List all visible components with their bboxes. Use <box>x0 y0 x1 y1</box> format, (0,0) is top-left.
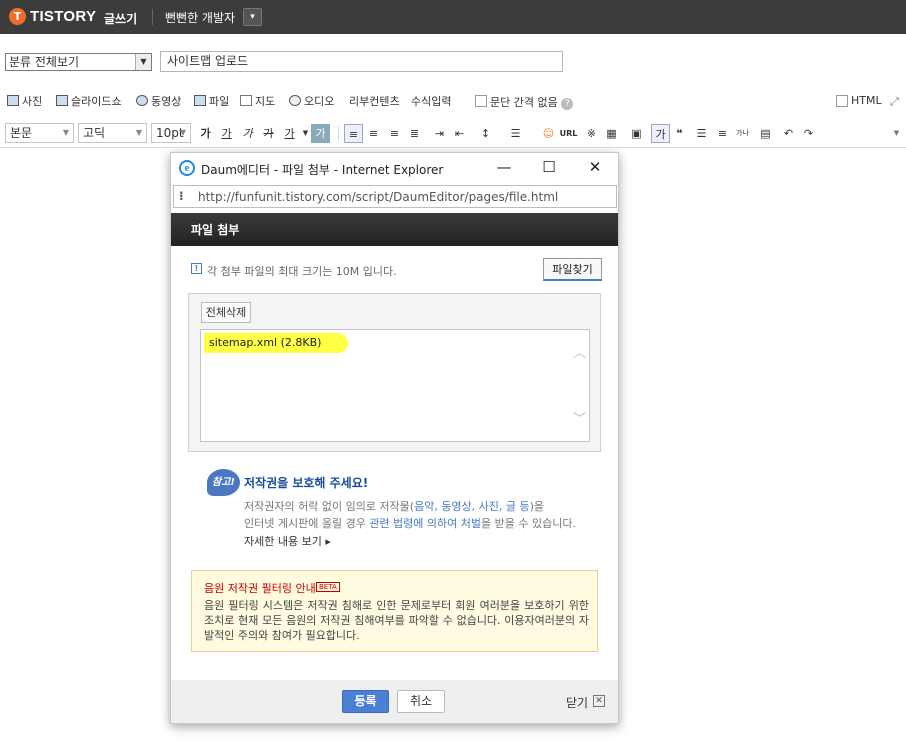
delete-all-button[interactable]: 전체삭제 <box>201 302 251 323</box>
align-center-button[interactable]: ≡ <box>364 124 383 143</box>
bold-button[interactable]: 가 <box>196 124 215 143</box>
photo-button[interactable]: 사진 <box>7 94 42 110</box>
emoticon-icon[interactable]: ☺ <box>539 124 558 143</box>
save-icon[interactable]: ▤ <box>756 124 775 143</box>
file-list-panel: 전체삭제 sitemap.xml (2.8KB) ︿ ﹀ <box>188 293 601 452</box>
video-button[interactable]: 동영상 <box>136 94 181 110</box>
slideshow-button[interactable]: 슬라이드쇼 <box>56 94 122 110</box>
title-input[interactable]: 사이트맵 업로드 <box>160 51 563 72</box>
template-icon[interactable]: ▣ <box>627 124 646 143</box>
copyright-title: 저작권을 보호해 주세요! <box>244 476 369 490</box>
line-height-button[interactable]: ↕ <box>476 124 495 143</box>
special-char-icon[interactable]: ※ <box>582 124 601 143</box>
find-file-button[interactable]: 파일찾기 <box>543 258 602 281</box>
toolbar-more-icon[interactable]: ▼ <box>887 124 906 143</box>
underline-button[interactable]: 가 <box>217 124 236 143</box>
blog-dropdown-button[interactable]: ▾ <box>243 8 262 26</box>
html-checkbox[interactable] <box>836 95 848 107</box>
scroll-down-icon[interactable]: ﹀ <box>573 408 586 427</box>
dialog-window-title: Daum에디터 - 파일 첨부 - Internet Explorer <box>201 163 444 177</box>
page-icon: ⁝ <box>179 189 184 203</box>
divider <box>152 9 153 25</box>
font-size-select[interactable]: 10pt ▼ <box>151 123 191 143</box>
close-label[interactable]: 닫기 <box>566 694 588 711</box>
align-right-button[interactable]: ≡ <box>385 124 404 143</box>
divider-line-icon[interactable]: ☰ <box>692 124 711 143</box>
dialog-header: 파일 첨부 <box>171 213 618 246</box>
table-icon[interactable]: ▦ <box>602 124 621 143</box>
file-icon <box>194 95 206 106</box>
list-item[interactable]: sitemap.xml (2.8KB) <box>204 333 349 353</box>
blog-name[interactable]: 뻔뻔한 개발자 <box>165 9 235 26</box>
notice-body: 음원 필터링 시스템은 저작권 침해로 인한 문제로부터 회원 여러분을 보호하… <box>204 599 589 642</box>
top-bar: T TISTORY 글쓰기 뻔뻔한 개발자 ▾ <box>0 0 906 34</box>
maximize-button[interactable]: ☐ <box>537 157 561 177</box>
notice-title: 음원 저작권 필터링 안내 <box>204 582 316 595</box>
max-size-info: 각 첨부 파일의 최대 크기는 10M 입니다. <box>207 265 397 278</box>
redo-icon[interactable]: ↷ <box>799 124 818 143</box>
outdent-button[interactable]: ⇤ <box>450 124 469 143</box>
minimize-button[interactable]: — <box>492 157 516 177</box>
music-filter-notice: 음원 저작권 필터링 안내 BETA 음원 필터링 시스템은 저작권 침해로 인… <box>191 570 598 652</box>
list-button[interactable]: ☰ <box>506 124 525 143</box>
align-justify-button[interactable]: ≣ <box>405 124 424 143</box>
font-select[interactable]: 고딕 ▼ <box>78 123 147 143</box>
paragraph-style-select[interactable]: 본문 ▼ <box>5 123 74 143</box>
close-icon[interactable]: ✕ <box>593 695 605 707</box>
beta-badge: BETA <box>316 582 340 592</box>
paragraph-spacing-label: 문단 간격 없음 ? <box>490 94 574 110</box>
note-badge-icon: 참고! <box>207 469 240 496</box>
undo-icon[interactable]: ↶ <box>779 124 798 143</box>
highlight-color-button[interactable]: 가 <box>311 124 330 143</box>
copyright-text-line1: 저작권자의 허락 없이 임의로 저작물(음악, 동영상, 사진, 글 등)을 <box>244 500 545 513</box>
file-attach-dialog: e Daum에디터 - 파일 첨부 - Internet Explorer — … <box>170 152 619 724</box>
cancel-button[interactable]: 취소 <box>397 690 445 713</box>
chevron-down-icon: ▼ <box>135 54 151 70</box>
internet-explorer-icon: e <box>179 160 195 176</box>
quote-icon[interactable]: ❝ <box>670 124 689 143</box>
photo-icon <box>7 95 19 106</box>
close-window-button[interactable]: ✕ <box>583 157 607 177</box>
align-left-button[interactable]: ≡ <box>344 124 363 143</box>
text-box-icon[interactable]: 가 <box>651 124 670 143</box>
dialog-footer: 등록 취소 닫기 ✕ <box>171 680 618 723</box>
audio-button[interactable]: 오디오 <box>289 94 334 110</box>
formula-button[interactable]: 수식입력 <box>411 94 451 110</box>
spellcheck-icon[interactable]: 가나 <box>733 124 752 143</box>
info-icon: ! <box>191 263 202 274</box>
more-details-link[interactable]: 자세한 내용 보기 ▸ <box>244 533 331 549</box>
map-pin-icon <box>240 95 252 106</box>
expand-icon[interactable]: ⤢ <box>890 95 899 109</box>
video-icon <box>136 95 148 106</box>
write-label: 글쓰기 <box>104 12 138 26</box>
review-content-button[interactable]: 리부컨텐츠 <box>349 94 400 110</box>
divider <box>338 126 339 141</box>
format-toolbar: 본문 ▼ 고딕 ▼ 10pt ▼ 가 가 가 가 가 ▼ 가 ≡ ≡ ≡ ≣ ⇥ ⇤ … <box>0 120 906 148</box>
copyright-text-line2: 인터넷 게시판에 올릴 경우 관련 법령에 의하여 처벌을 받을 수 있습니다. <box>244 517 576 530</box>
audio-icon <box>289 95 301 106</box>
attached-file-list[interactable]: sitemap.xml (2.8KB) ︿ ﹀ <box>200 329 590 442</box>
address-text: http://funfunit.tistory.com/script/DaumE… <box>198 190 559 204</box>
address-bar[interactable]: ⁝ http://funfunit.tistory.com/script/Dau… <box>173 185 617 208</box>
help-icon[interactable]: ? <box>561 98 574 110</box>
italic-button[interactable]: 가 <box>238 124 257 143</box>
tistory-logo-icon[interactable]: T <box>9 8 26 25</box>
strikethrough-button[interactable]: 가 <box>259 124 278 143</box>
file-button[interactable]: 파일 <box>194 94 229 110</box>
category-select[interactable]: 분류 전체보기 ▼ <box>5 53 152 71</box>
indent-button[interactable]: ⇥ <box>430 124 449 143</box>
map-button[interactable]: 지도 <box>240 94 275 110</box>
link-button[interactable]: URL <box>559 124 578 143</box>
slideshow-icon <box>56 95 68 106</box>
dialog-heading: 파일 첨부 <box>191 223 240 237</box>
scroll-up-icon[interactable]: ︿ <box>573 342 586 361</box>
paragraph-spacing-checkbox[interactable] <box>475 95 487 107</box>
more-line-icon[interactable]: ≡ <box>713 124 732 143</box>
brand-name[interactable]: TISTORY <box>30 8 96 25</box>
html-label: HTML <box>851 94 882 107</box>
register-button[interactable]: 등록 <box>342 690 389 713</box>
category-value: 분류 전체보기 <box>9 55 80 69</box>
